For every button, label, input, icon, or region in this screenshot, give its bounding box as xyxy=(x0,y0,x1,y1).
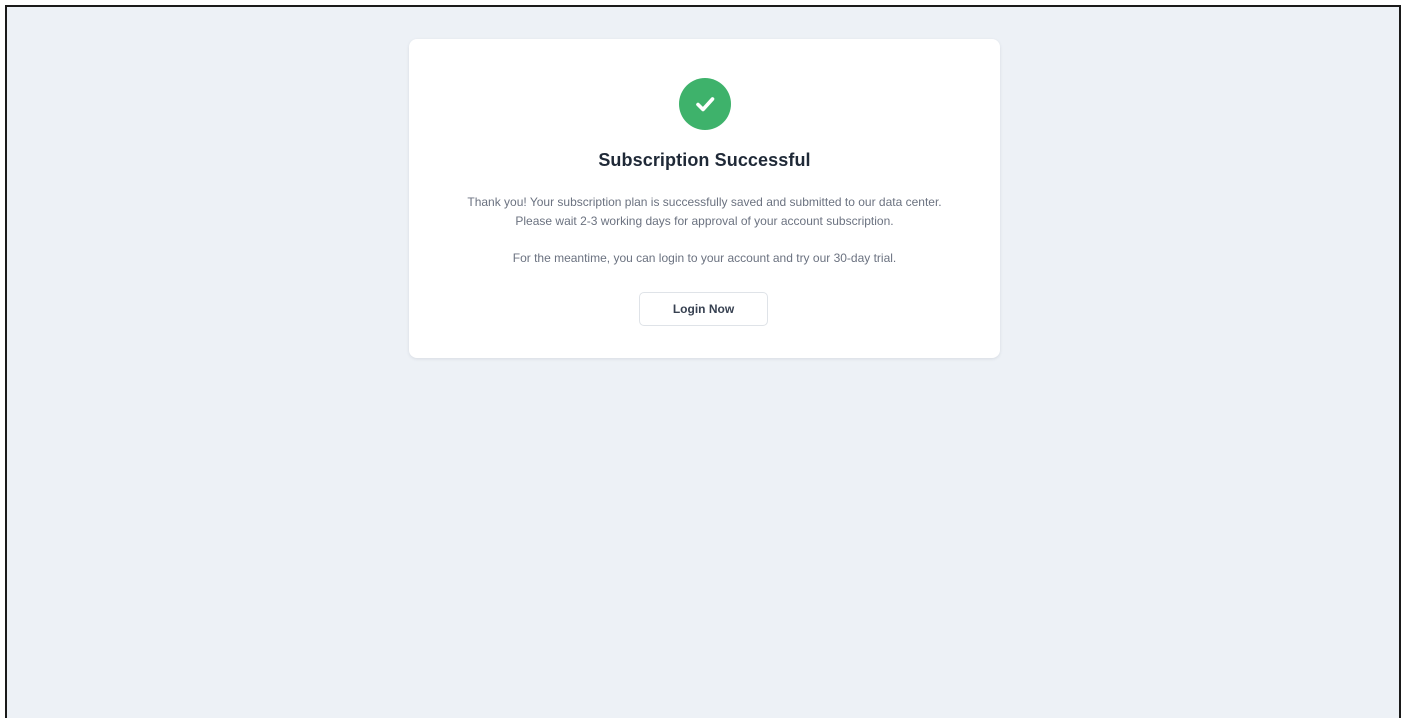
success-card: Subscription Successful Thank you! Your … xyxy=(409,39,1000,358)
message-line-2: Please wait 2-3 working days for approva… xyxy=(515,214,894,228)
page-viewport: Subscription Successful Thank you! Your … xyxy=(5,5,1401,718)
checkmark-icon xyxy=(696,97,715,112)
message-line-1: Thank you! Your subscription plan is suc… xyxy=(467,195,942,209)
page-title: Subscription Successful xyxy=(598,150,811,170)
login-now-button[interactable]: Login Now xyxy=(639,292,768,326)
check-circle-icon xyxy=(679,78,731,130)
message-line-3: For the meantime, you can login to your … xyxy=(512,251,897,265)
